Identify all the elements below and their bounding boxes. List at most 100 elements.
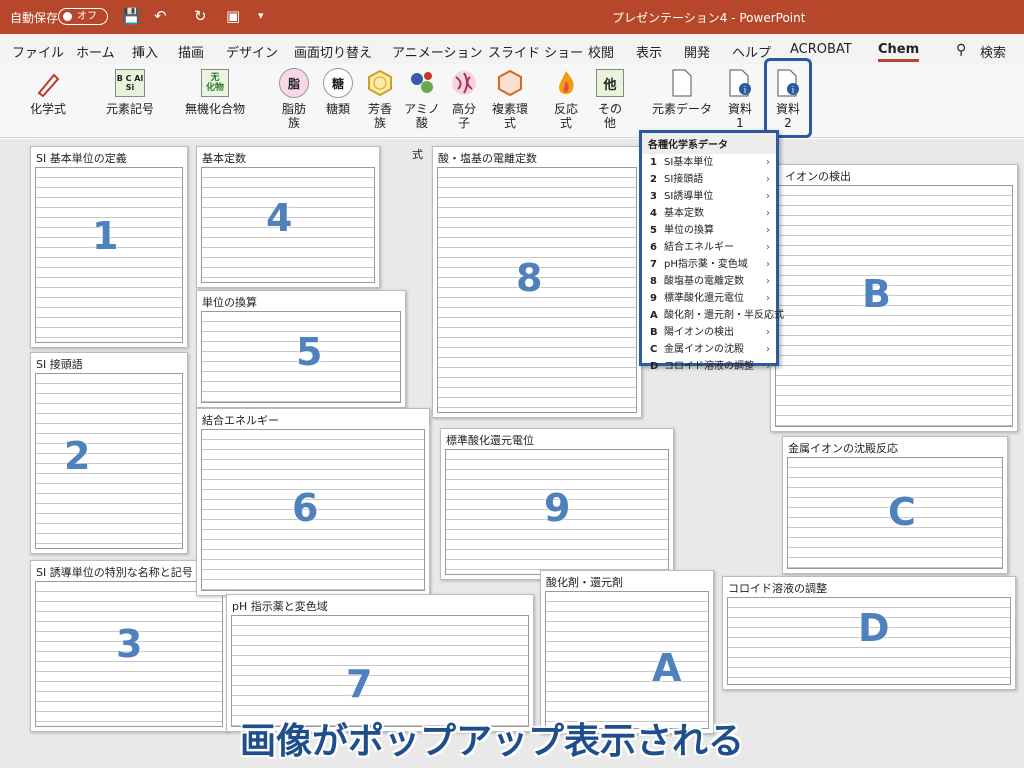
tab-acrobat[interactable]: ACROBAT <box>790 42 852 57</box>
tab-draw[interactable]: 描画 <box>178 42 204 61</box>
sheet-number: 1 <box>92 214 119 258</box>
menu-item-acid-base-constants[interactable]: 8 酸塩基の電離定数 › <box>642 273 776 290</box>
material-1-button[interactable]: i 資料 1 <box>722 68 758 130</box>
molecule-icon <box>407 68 437 98</box>
svg-text:i: i <box>744 86 747 96</box>
polymer-icon <box>449 68 479 98</box>
pen-icon <box>33 68 63 98</box>
undo-icon[interactable]: ↶ <box>154 6 167 26</box>
sheet-number: C <box>888 490 916 534</box>
menu-item-oxidizers-reducers[interactable]: A 酸化剤・還元剤・半反応式 › <box>642 307 784 324</box>
tab-chem[interactable]: Chem <box>878 42 920 62</box>
inorganic-icon: 无化物 <box>201 69 229 97</box>
aromatic-button[interactable]: 芳香族 <box>362 68 398 130</box>
element-data-button[interactable]: 元素データ <box>650 68 714 116</box>
sheet-number: 3 <box>116 622 143 666</box>
menu-item-unit-conversion[interactable]: 5 単位の換算 › <box>642 222 776 239</box>
sheet-number: 8 <box>516 256 543 300</box>
chevron-right-icon: › <box>766 293 770 304</box>
tab-view[interactable]: 表示 <box>636 42 662 61</box>
tab-insert[interactable]: 挿入 <box>132 42 158 61</box>
tab-file[interactable]: ファイル <box>12 42 64 61</box>
tab-home[interactable]: ホーム <box>76 42 115 61</box>
menu-item-metal-ion-precipitation[interactable]: C 金属イオンの沈殿 › <box>642 341 776 358</box>
element-symbol-button[interactable]: B C Al Si 元素記号 <box>100 68 160 116</box>
sheet-number: 5 <box>296 330 323 374</box>
save-icon[interactable]: 💾 <box>122 6 141 26</box>
benzene-icon <box>365 68 395 98</box>
caption-text: 画像がポップアップ表示される <box>240 721 745 762</box>
tab-slideshow[interactable]: スライド ショー <box>488 42 583 61</box>
menu-item-cation-detection[interactable]: B 陽イオンの検出 › <box>642 324 776 341</box>
menu-item-ph-indicators[interactable]: 7 pH指示薬・変色域 › <box>642 256 776 273</box>
other-button[interactable]: 他 その他 <box>592 68 628 130</box>
polymer-button[interactable]: 高分子 <box>446 68 482 130</box>
material-2-dropdown-menu: 各種化学系データ 1 SI基本単位 › 2 SI接頭語 › 3 SI誘導単位 › 4 基本定数… <box>639 130 784 372</box>
inorganic-compound-button[interactable]: 无化物 無機化合物 <box>180 68 250 116</box>
ribbon-chem: 化学式 B C Al Si 元素記号 无化物 無機化合物 脂 脂肪族 糖 糖類 … <box>0 64 1024 138</box>
heterocycle-button[interactable]: 複素環式 <box>488 68 532 130</box>
menu-item-colloid-preparation[interactable]: D コロイド溶液の調整 › <box>642 358 776 375</box>
sheet-cation-detection[interactable]: イオンの検出 <box>770 164 1018 432</box>
menu-header: 各種化学系データ <box>642 133 776 154</box>
fat-icon: 脂 <box>279 68 309 98</box>
chevron-right-icon: › <box>766 361 770 372</box>
title-bar: 自動保存 オフ 💾 ↶ ↻ ▣ ▾ プレゼンテーション4 - PowerPoin… <box>0 0 1024 34</box>
menu-item-fundamental-constants[interactable]: 4 基本定数 › <box>642 205 776 222</box>
heterocycle-icon <box>495 68 525 98</box>
tab-help[interactable]: ヘルプ <box>732 42 771 61</box>
chevron-right-icon: › <box>766 157 770 168</box>
tab-review[interactable]: 校閲 <box>588 42 614 61</box>
sugar-icon: 糖 <box>323 68 353 98</box>
menu-item-redox-potentials[interactable]: 9 標準酸化還元電位 › <box>642 290 776 307</box>
reaction-button[interactable]: 反応式 <box>548 68 584 130</box>
sheet-number: 6 <box>292 486 319 530</box>
ribbon-tabs: ファイル ホーム 挿入 描画 デザイン 画面切り替え アニメーション スライド … <box>0 34 1024 64</box>
sheet-number: 7 <box>346 662 373 706</box>
menu-item-bond-energy[interactable]: 6 結合エネルギー › <box>642 239 776 256</box>
slideshow-icon[interactable]: ▣ <box>226 6 240 26</box>
info-document-icon: i <box>725 68 755 98</box>
search-icon[interactable]: ⚲ <box>956 42 966 58</box>
chevron-right-icon: › <box>766 344 770 355</box>
chevron-right-icon: › <box>766 276 770 287</box>
chevron-right-icon: › <box>766 208 770 219</box>
chevron-right-icon: › <box>766 327 770 338</box>
sheet-number: 9 <box>544 486 571 530</box>
tab-design[interactable]: デザイン <box>226 42 278 61</box>
tab-developer[interactable]: 開発 <box>684 42 710 61</box>
sheet-number: A <box>652 646 682 690</box>
sheet-si-prefixes[interactable]: SI 接頭語 <box>30 352 188 554</box>
chevron-right-icon: › <box>766 242 770 253</box>
chevron-right-icon: › <box>766 174 770 185</box>
menu-item-si-prefixes[interactable]: 2 SI接頭語 › <box>642 171 776 188</box>
sheet-number: B <box>862 272 891 316</box>
tab-transitions[interactable]: 画面切り替え <box>294 42 372 61</box>
chevron-right-icon: › <box>766 259 770 270</box>
autosave-label: 自動保存 <box>10 11 59 25</box>
flame-icon <box>551 68 581 98</box>
sheet-number: 4 <box>266 196 293 240</box>
tab-animations[interactable]: アニメーション <box>392 42 482 61</box>
sheet-number: 2 <box>64 434 91 478</box>
menu-item-si-derived-units[interactable]: 3 SI誘導単位 › <box>642 188 776 205</box>
other-icon: 他 <box>596 69 624 97</box>
redo-icon[interactable]: ↻ <box>194 6 207 26</box>
menu-item-si-base-units[interactable]: 1 SI基本単位 › <box>642 154 776 171</box>
chevron-right-icon: › <box>766 310 770 321</box>
element-symbol-icon: B C Al Si <box>115 69 145 97</box>
chemical-formula-button[interactable]: 化学式 <box>26 68 70 116</box>
material-2-highlight <box>764 58 812 138</box>
document-title: プレゼンテーション4 - PowerPoint <box>612 11 806 25</box>
customize-icon[interactable]: ▾ <box>258 6 264 26</box>
amino-acid-button[interactable]: アミノ酸 <box>404 68 440 130</box>
sheet-oxidizers-reducers[interactable]: 酸化剤・還元剤 <box>540 570 714 734</box>
partial-text: 式 <box>412 148 423 161</box>
sheet-number: D <box>858 606 890 650</box>
fat-family-button[interactable]: 脂 脂肪族 <box>276 68 312 130</box>
sugar-button[interactable]: 糖 糖類 <box>320 68 356 116</box>
chevron-right-icon: › <box>766 191 770 202</box>
chevron-right-icon: › <box>766 225 770 236</box>
autosave-toggle[interactable]: オフ <box>58 8 108 25</box>
search-label[interactable]: 検索 <box>980 42 1006 61</box>
